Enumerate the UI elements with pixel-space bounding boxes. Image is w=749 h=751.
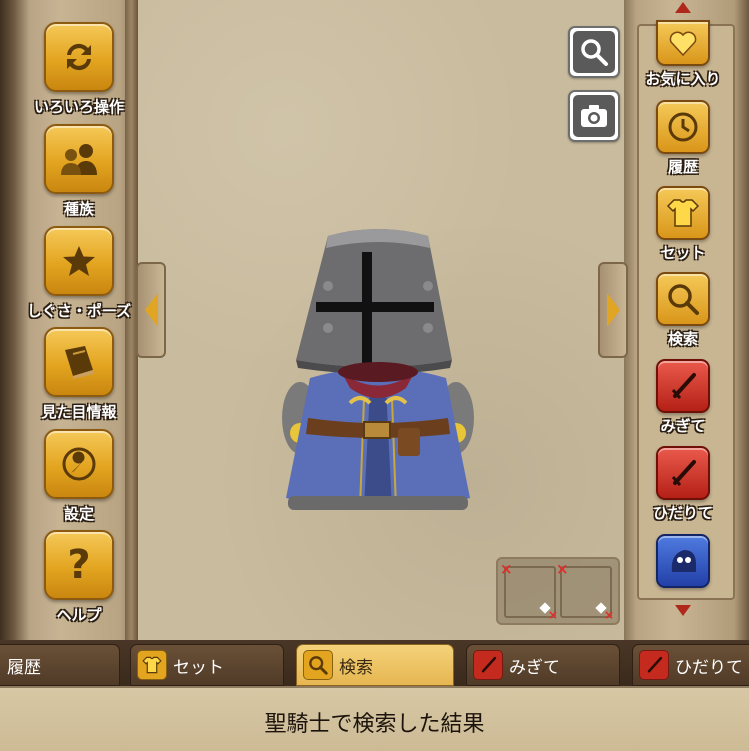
scroll-up-arrow-icon[interactable] (675, 2, 691, 13)
accessory-slot-1[interactable]: × × (500, 562, 558, 622)
zoom-icon (573, 31, 615, 73)
menu-label: 設定 (63, 505, 94, 523)
menu-label: しぐさ・ポーズ (26, 302, 132, 320)
star-icon (44, 226, 114, 296)
clothes-set-icon (656, 186, 710, 240)
menu-button-various-actions[interactable]: いろいろ操作 (25, 22, 133, 117)
menu-label: ひだりて (652, 504, 713, 522)
tab-label: 履歴 (7, 657, 41, 678)
sword-icon (656, 359, 710, 413)
arrow-left-icon (144, 293, 158, 327)
race-people-icon (44, 124, 114, 194)
status-message-bar: 聖騎士で検索した結果 (0, 686, 749, 751)
empty-x-icon: × (547, 608, 558, 622)
menu-label: 見た目情報 (41, 403, 117, 421)
menu-label: いろいろ操作 (33, 98, 124, 116)
tab-search[interactable]: 検索 (296, 644, 454, 686)
menu-button-help[interactable]: ? ヘルプ (25, 530, 133, 625)
heart-icon (656, 20, 710, 66)
arrow-right-icon (606, 293, 620, 327)
tab-label: 検索 (339, 657, 373, 678)
empty-x-icon: × (603, 608, 614, 622)
menu-label: 履歴 (667, 158, 698, 176)
scroll-down-arrow-icon[interactable] (675, 605, 691, 616)
tab-label: ひだりて (675, 657, 743, 678)
tab-history[interactable]: 履歴 (0, 644, 120, 686)
menu-button-search[interactable]: 検索 (643, 272, 723, 349)
menu-label: セット (660, 244, 706, 262)
menu-button-history[interactable]: 履歴 (643, 100, 723, 177)
clothes-set-icon (137, 650, 167, 680)
sword-icon (656, 446, 710, 500)
menu-button-favorites[interactable]: お気に入り (643, 20, 723, 89)
cycle-arrows-icon (44, 22, 114, 92)
tab-label: みぎて (509, 657, 560, 678)
character-model-paladin[interactable] (280, 228, 476, 520)
menu-button-settings[interactable]: 設定 (25, 429, 133, 524)
accessory-slot-2[interactable]: × × (556, 562, 614, 622)
sword-icon (639, 650, 669, 680)
magnifier-icon (656, 272, 710, 326)
magnifier-icon (303, 650, 333, 680)
menu-button-left-hand[interactable]: ひだりて (643, 446, 723, 523)
tab-right-hand[interactable]: みぎて (466, 644, 620, 686)
question-icon: ? (44, 530, 114, 600)
zoom-button[interactable] (568, 26, 620, 78)
book-icon (44, 327, 114, 397)
sword-icon (473, 650, 503, 680)
menu-button-appearance-info[interactable]: 見た目情報 (25, 327, 133, 422)
status-message: 聖騎士で検索した結果 (264, 712, 485, 737)
previous-arrow-button[interactable] (136, 262, 166, 358)
next-arrow-button[interactable] (598, 262, 628, 358)
empty-x-icon: × (556, 560, 569, 578)
tab-set[interactable]: セット (130, 644, 284, 686)
menu-button-right-hand[interactable]: みぎて (643, 359, 723, 436)
history-clock-icon (656, 100, 710, 154)
menu-label: ヘルプ (56, 606, 102, 624)
wrench-icon (44, 429, 114, 499)
menu-label: 種族 (63, 200, 94, 218)
menu-button-set[interactable]: セット (643, 186, 723, 263)
tab-left-hand[interactable]: ひだりて (632, 644, 749, 686)
tab-label: セット (173, 657, 224, 678)
menu-button-race[interactable]: 種族 (25, 124, 133, 219)
menu-label: 検索 (667, 330, 698, 348)
menu-button-monster[interactable] (643, 534, 723, 590)
menu-label: お気に入り (645, 70, 721, 88)
camera-icon (573, 95, 615, 137)
blue-creature-icon (656, 534, 710, 588)
camera-button[interactable] (568, 90, 620, 142)
empty-x-icon: × (500, 560, 513, 578)
menu-button-gesture-pose[interactable]: しぐさ・ポーズ (25, 226, 133, 321)
menu-label: みぎて (660, 417, 706, 435)
accessory-slots: × × × × (496, 557, 620, 625)
